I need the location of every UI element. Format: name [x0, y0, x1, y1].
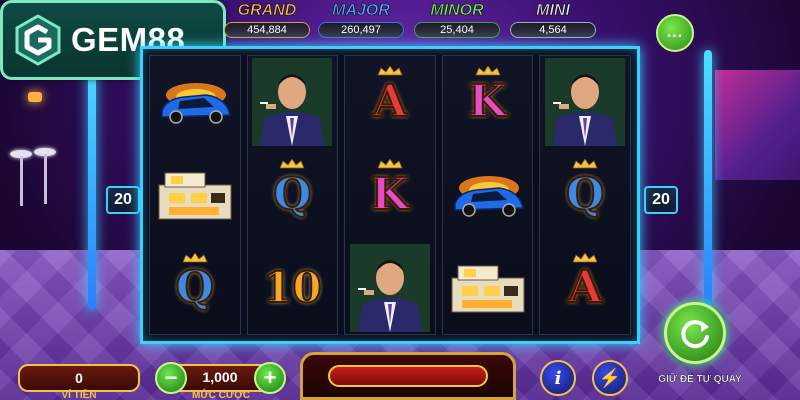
reel-symbol-man	[345, 243, 435, 334]
jackpot-value: 260,497	[318, 22, 404, 38]
neon-pillar-left	[88, 50, 96, 310]
symbol-letter: Q	[272, 168, 312, 220]
jackpot-value: 454,884	[224, 22, 310, 38]
reel-symbol-car	[443, 149, 533, 240]
minus-icon: −	[164, 365, 178, 390]
reel-symbol-a: A	[540, 243, 630, 334]
crown-icon	[572, 159, 598, 169]
spin-panel[interactable]	[300, 352, 516, 400]
more-icon: ...	[666, 24, 684, 41]
jackpot-title: MINI	[536, 2, 570, 20]
reel-symbol-house	[443, 243, 533, 334]
jackpot-value: 25,404	[414, 22, 500, 38]
reel-symbol-k: K	[345, 149, 435, 240]
reel-symbol-a: A	[345, 56, 435, 147]
jackpot-minor: MINOR 25,404	[412, 2, 502, 46]
plus-icon: +	[263, 365, 277, 390]
symbol-letter: A	[567, 262, 603, 314]
turbo-button[interactable]: ⚡	[592, 360, 628, 396]
reel-symbol-q: Q	[248, 149, 338, 240]
jackpot-major: MAJOR 260,497	[316, 2, 406, 46]
reel-symbol-car	[150, 56, 240, 147]
jackpot-grand: GRAND 454,884	[222, 2, 312, 46]
reel-symbol-k: K	[443, 56, 533, 147]
menu-button[interactable]: ...	[656, 14, 694, 52]
refresh-icon	[681, 320, 709, 349]
symbol-letter: Q	[175, 262, 215, 314]
crown-icon	[572, 252, 598, 263]
background-window	[715, 70, 800, 180]
jackpot-title: GRAND	[237, 2, 297, 20]
info-icon: i	[554, 367, 562, 389]
gem-logo-icon	[13, 13, 63, 67]
wallet-label: VÍ TIỀN	[61, 390, 97, 400]
crown-icon	[377, 159, 403, 169]
symbol-letter: Q	[565, 168, 605, 220]
symbol-letter: K	[467, 75, 507, 127]
reel-symbol-q: Q	[150, 243, 240, 334]
paylines-badge-right: 20	[644, 186, 678, 214]
paylines-badge-left: 20	[106, 186, 140, 214]
wall-lamp	[28, 92, 42, 102]
symbol-letter: A	[372, 75, 408, 127]
reel-column: Q 10	[246, 55, 339, 335]
bar-stool-leg	[44, 154, 47, 204]
wallet-balance: 0	[75, 370, 83, 386]
reel-symbol-10: 10	[248, 243, 338, 334]
wallet-display: 0	[18, 364, 140, 392]
bet-label: MỨC CƯỢC	[192, 390, 250, 400]
reel-column: Q	[149, 55, 241, 335]
jackpot-title: MAJOR	[332, 2, 390, 20]
reel-symbol-house	[150, 149, 240, 240]
reel-symbol-man	[540, 56, 630, 147]
info-button[interactable]: i	[540, 360, 576, 396]
spin-button[interactable]	[664, 302, 726, 364]
symbol-letter: K	[370, 168, 410, 220]
reel-column: K	[441, 55, 534, 335]
crown-icon	[182, 252, 208, 263]
symbol-letter: 10	[262, 263, 322, 313]
crown-icon	[474, 66, 501, 76]
bar-stool-leg	[20, 156, 23, 206]
reel-column: AK	[344, 55, 436, 335]
reel-grid: Q Q 10 A K K Q A	[140, 46, 640, 344]
neon-pillar-right	[704, 50, 712, 310]
bet-amount: 1,000	[202, 369, 238, 385]
reel-symbol-man	[248, 56, 338, 147]
spin-bar[interactable]	[328, 365, 488, 387]
auto-spin-label: GIỮ ĐỂ TỰ QUAY	[658, 374, 742, 385]
reel-symbol-q: Q	[540, 149, 630, 240]
jackpot-mini: MINI 4,564	[508, 2, 598, 46]
jackpot-title: MINOR	[430, 2, 484, 20]
reel-column: QA	[539, 55, 631, 335]
crown-icon	[279, 159, 305, 169]
jackpot-value: 4,564	[510, 22, 596, 38]
crown-icon	[377, 66, 403, 76]
lightning-icon: ⚡	[598, 367, 622, 388]
